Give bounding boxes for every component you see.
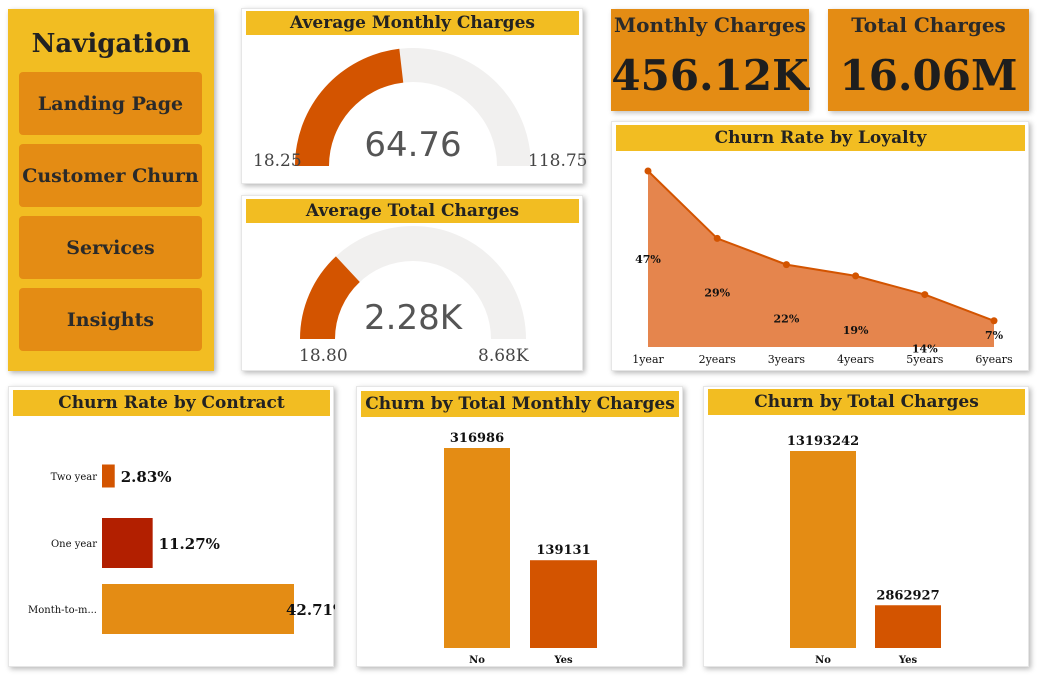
contract-bar: [102, 464, 115, 488]
bar-category-label: No: [815, 655, 831, 666]
bar-data-label: 2862927: [876, 588, 939, 603]
monthly-charges-kpi: Monthly Charges 456.12K: [611, 9, 809, 111]
contract-data-label: 2.83%: [121, 468, 172, 486]
navigation-title: Navigation: [31, 29, 191, 59]
gauge-max-label: 118.75: [528, 151, 588, 171]
average-monthly-charges-value: 64.76: [364, 125, 462, 165]
average-monthly-charges-card: Average Monthly Charges 64.76 18.25 118.…: [241, 8, 587, 184]
contract-category-label: Month-to-m...: [28, 605, 97, 616]
bar-category-label: Yes: [898, 655, 918, 666]
average-total-charges-value: 2.28K: [364, 298, 462, 338]
churn-bar-no: [790, 451, 856, 648]
loyalty-tick-label: 1year: [632, 353, 664, 366]
loyalty-data-label: 7%: [985, 329, 1004, 342]
churn-by-total-monthly-charges-chart: 316986 No 139131 Yes: [444, 431, 597, 666]
churn-by-total-charges-chart: 13193242 No 2862927 Yes: [787, 434, 941, 666]
loyalty-data-label: 22%: [774, 313, 800, 326]
contract-data-label: 11.27%: [159, 535, 220, 553]
total-charges-kpi: Total Charges 16.06M: [828, 9, 1029, 111]
contract-bar: [102, 518, 153, 568]
churn-bar-no: [444, 448, 510, 648]
loyalty-tick-label: 6years: [975, 353, 1013, 366]
bar-category-label: Yes: [553, 655, 573, 666]
loyalty-point: [713, 234, 721, 242]
bar-data-label: 139131: [536, 543, 590, 558]
average-total-charges-card: Average Total Charges 2.28K 18.80 8.68K: [241, 195, 583, 371]
nav-button-landing-page[interactable]: Landing Page: [19, 72, 202, 135]
gauge-min-label: 18.25: [253, 151, 302, 171]
churn-by-total-monthly-charges-card: Churn by Total Monthly Charges 316986 No 1…: [356, 386, 683, 667]
loyalty-point: [852, 272, 860, 280]
churn-bar-yes: [875, 605, 941, 648]
contract-category-label: One year: [51, 539, 97, 550]
bar-category-label: No: [469, 655, 485, 666]
contract-category-label: Two year: [51, 472, 98, 483]
loyalty-data-label: 47%: [635, 253, 661, 266]
churn-bar-yes: [530, 560, 597, 648]
contract-bar: [102, 584, 294, 634]
monthly-charges-kpi-label: Monthly Charges: [614, 13, 806, 37]
loyalty-point: [782, 261, 790, 269]
loyalty-tick-label: 3years: [768, 353, 806, 366]
loyalty-point: [644, 167, 652, 175]
nav-button-customer-churn[interactable]: Customer Churn: [19, 144, 202, 207]
loyalty-area: [648, 171, 994, 347]
total-charges-kpi-label: Total Charges: [851, 13, 1006, 37]
loyalty-tick-label: 5years: [906, 353, 944, 366]
churn-rate-by-contract-card: Churn Rate by Contract Two year 2.83% One …: [8, 386, 335, 667]
contract-data-label: 42.71%: [286, 601, 335, 619]
bar-data-label: 13193242: [787, 434, 859, 449]
loyalty-tick-label: 4years: [837, 353, 875, 366]
bar-data-label: 316986: [450, 431, 504, 446]
churn-rate-by-loyalty-card: Churn Rate by Loyalty 47% 1year 29% 2years 2…: [611, 121, 1029, 371]
monthly-charges-kpi-value: 456.12K: [611, 51, 809, 100]
nav-button-services[interactable]: Services: [19, 216, 202, 279]
loyalty-tick-label: 2years: [699, 353, 737, 366]
nav-button-insights[interactable]: Insights: [19, 288, 202, 351]
loyalty-point: [990, 317, 998, 325]
gauge-max-label: 8.68K: [478, 346, 529, 366]
total-charges-kpi-value: 16.06M: [839, 51, 1018, 100]
loyalty-point: [921, 291, 929, 299]
loyalty-data-label: 19%: [843, 324, 869, 337]
average-total-charges-gauge: [300, 226, 526, 339]
churn-rate-by-loyalty-chart: 47%1year29%2years22%3years19%4years14%5y…: [632, 167, 1013, 366]
navigation-panel: Navigation Landing Page Customer Churn S…: [8, 9, 214, 371]
churn-by-total-charges-card: Churn by Total Charges 13193242 No 2862927…: [703, 386, 1029, 667]
churn-rate-by-contract-chart: Two year 2.83% One year 11.27% Month-to-m...…: [28, 464, 335, 634]
loyalty-data-label: 29%: [704, 286, 730, 299]
gauge-min-label: 18.80: [299, 346, 348, 366]
